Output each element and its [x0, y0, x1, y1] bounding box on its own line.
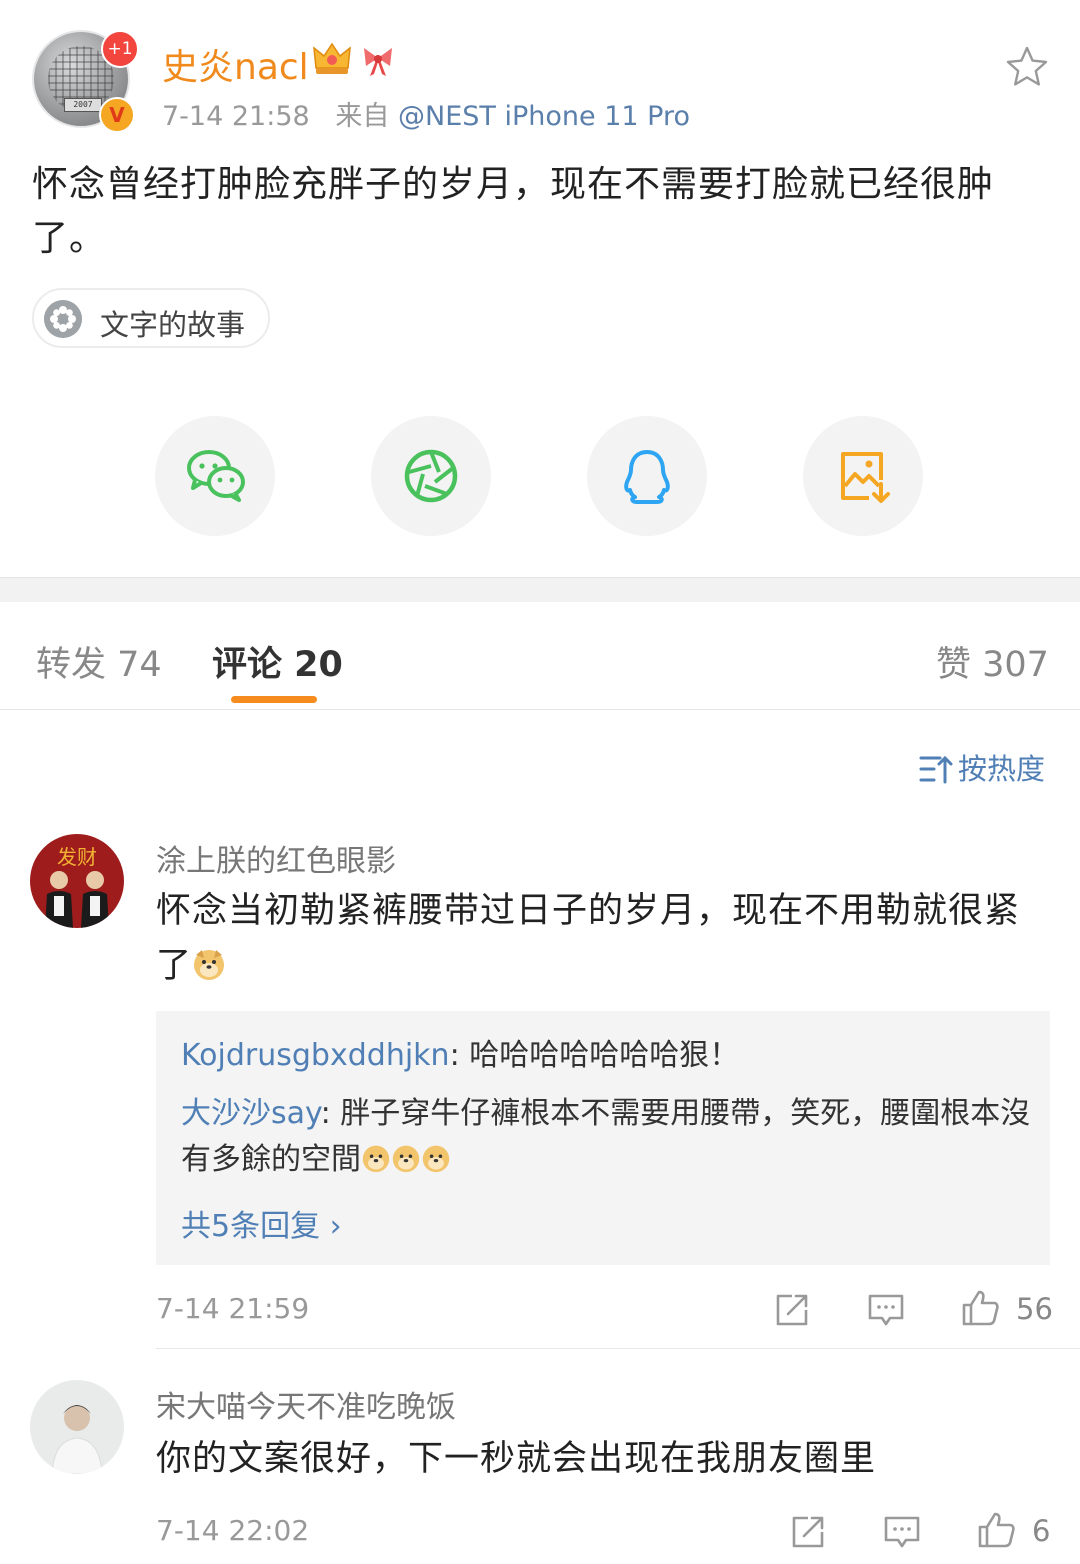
share-moments-button[interactable]	[371, 416, 491, 536]
reply-author[interactable]: 大沙沙say	[181, 1096, 321, 1131]
avatar-text: 发财	[57, 845, 97, 869]
view-all-replies-link[interactable]: 共5条回复 ›	[181, 1201, 342, 1245]
share-comment-icon[interactable]	[772, 1290, 812, 1330]
commenter-name[interactable]: 涂上朕的红色眼影	[156, 836, 396, 880]
wechat-icon	[187, 450, 245, 502]
doge-emoji-icon	[422, 1145, 450, 1173]
author-name[interactable]: 史炎nacl	[162, 38, 309, 90]
bow-icon	[364, 48, 392, 76]
doge-emoji-icon	[362, 1145, 390, 1173]
sort-icon	[919, 755, 953, 784]
reply-comment-icon[interactable]	[882, 1512, 922, 1552]
tab-divider	[0, 709, 1080, 710]
doge-emoji-icon	[194, 950, 225, 980]
avatar-plus-badge: +1	[101, 30, 139, 68]
comment-avatar[interactable]: 发财	[30, 834, 124, 928]
like-count: 6	[1032, 1514, 1051, 1548]
reply-preview-box[interactable]: Kojdrusgbxddhjkn: 哈哈哈哈哈哈哈狠！ 大沙沙say: 胖子穿牛…	[156, 1011, 1050, 1265]
topic-label: 文字的故事	[100, 308, 246, 342]
post-text: 怀念曾经打肿脸充胖子的岁月，现在不需要打脸就已经很肿了。	[32, 164, 995, 259]
reply-author[interactable]: Kojdrusgbxddhjkn	[181, 1038, 450, 1073]
avatar-plate-text: 2007	[64, 98, 102, 112]
tab-likes[interactable]: 赞 307	[936, 636, 1049, 687]
commenter-name[interactable]: 宋大喵今天不准吃晚饭	[156, 1382, 456, 1426]
share-comment-icon[interactable]	[788, 1512, 828, 1552]
reply-text: : 哈哈哈哈哈哈哈狠！	[449, 1038, 740, 1073]
comment-text: 你的文案很好，下一秒就会出现在我朋友圈里	[156, 1439, 877, 1479]
share-wechat-button[interactable]	[155, 416, 275, 536]
section-separator	[0, 577, 1080, 602]
verified-badge: V	[99, 97, 135, 133]
comment-text: 怀念当初勒紧裤腰带过日子的岁月，现在不用勒就很紧了	[156, 884, 1036, 994]
tab-comments[interactable]: 评论 20	[212, 636, 343, 687]
doge-emoji-icon	[392, 1145, 420, 1173]
avatar-image: 发财	[30, 834, 124, 928]
share-qq-button[interactable]	[587, 416, 707, 536]
like-thumb-icon[interactable]	[960, 1288, 1000, 1328]
save-image-icon	[841, 452, 890, 503]
avatar-image	[30, 1380, 124, 1474]
comment-body: 怀念当初勒紧裤腰带过日子的岁月，现在不用勒就很紧了	[156, 891, 1021, 986]
source-prefix: 来自	[335, 101, 390, 132]
moments-icon	[404, 449, 458, 503]
reply-item: Kojdrusgbxddhjkn: 哈哈哈哈哈哈哈狠！	[181, 1033, 1031, 1079]
active-tab-indicator	[231, 696, 317, 703]
topic-flower-icon	[44, 300, 82, 338]
post-source[interactable]: @NEST iPhone 11 Pro	[398, 101, 690, 132]
reply-comment-icon[interactable]	[866, 1290, 906, 1330]
like-thumb-icon[interactable]	[976, 1510, 1016, 1550]
comment-time: 7-14 22:02	[156, 1514, 310, 1547]
post-time: 7-14 21:58	[162, 101, 310, 132]
favorite-star-icon[interactable]	[1004, 44, 1050, 90]
sort-label: 按热度	[958, 752, 1046, 786]
tab-repost[interactable]: 转发 74	[36, 636, 162, 687]
reply-item: 大沙沙say: 胖子穿牛仔褲根本不需要用腰帶，笑死，腰圍根本沒有多餘的空間	[181, 1091, 1031, 1183]
post-meta: 7-14 21:58 来自 @NEST iPhone 11 Pro	[162, 94, 690, 133]
comment-avatar[interactable]	[30, 1380, 124, 1474]
like-count: 56	[1016, 1292, 1053, 1326]
sort-by-hot-button[interactable]: 按热度	[918, 746, 1045, 788]
qq-icon	[624, 450, 670, 504]
topic-chip[interactable]: 文字的故事	[32, 288, 270, 348]
save-image-button[interactable]	[803, 416, 923, 536]
crown-icon	[313, 42, 351, 74]
comment-divider	[156, 1348, 1080, 1349]
comment-time: 7-14 21:59	[156, 1292, 310, 1325]
